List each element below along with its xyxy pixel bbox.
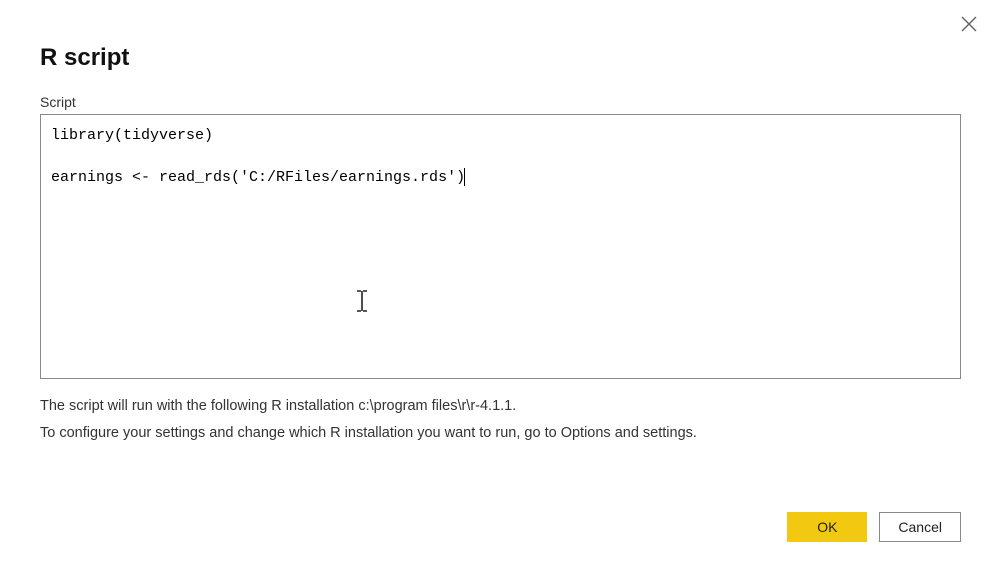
cancel-button[interactable]: Cancel	[879, 512, 961, 542]
close-icon	[961, 16, 977, 32]
ok-button[interactable]: OK	[787, 512, 867, 542]
info-text: The script will run with the following R…	[40, 393, 961, 447]
close-button[interactable]	[955, 10, 983, 38]
r-script-dialog: R script Script library(tidyverse) earni…	[0, 0, 1001, 572]
info-line-1: The script will run with the following R…	[40, 393, 961, 420]
dialog-title: R script	[40, 44, 961, 72]
info-line-2: To configure your settings and change wh…	[40, 420, 961, 447]
script-label: Script	[40, 94, 961, 110]
button-row: OK Cancel	[787, 512, 961, 542]
script-content: library(tidyverse) earnings <- read_rds(…	[51, 127, 465, 186]
script-input[interactable]: library(tidyverse) earnings <- read_rds(…	[40, 114, 961, 379]
text-caret	[464, 168, 465, 186]
